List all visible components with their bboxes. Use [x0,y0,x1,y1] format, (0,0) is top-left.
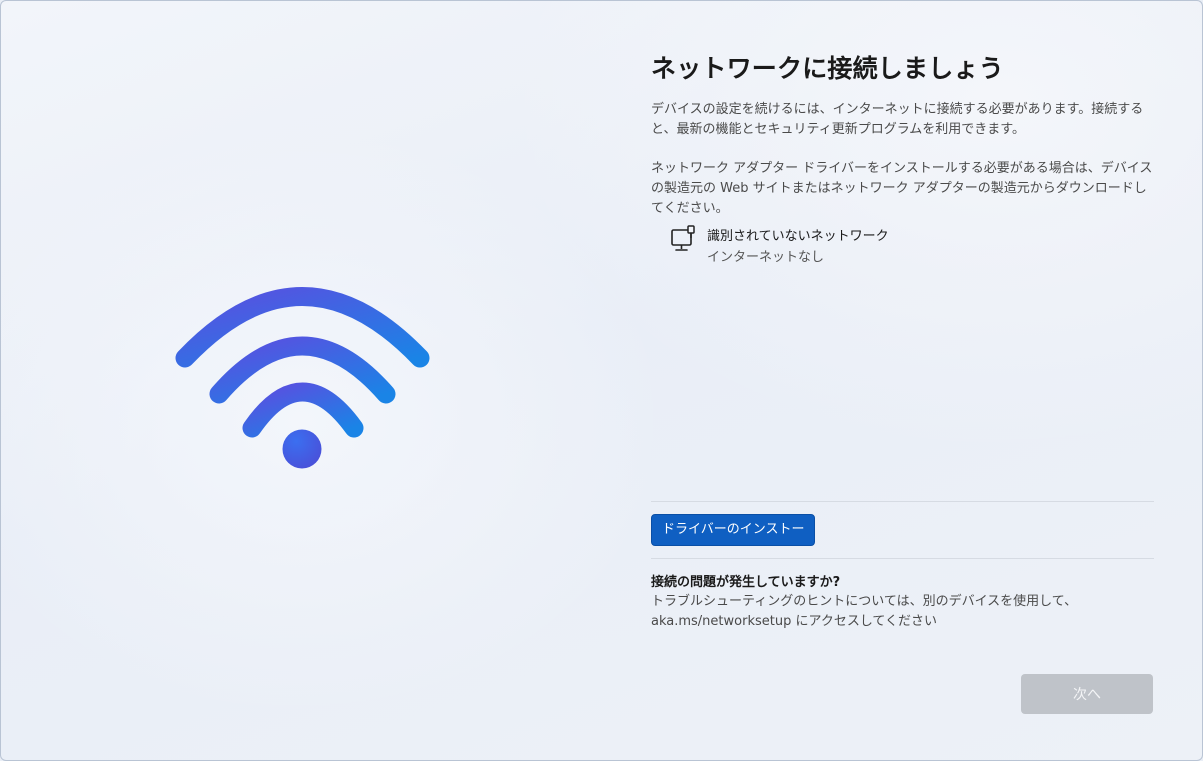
driver-note-paragraph: ネットワーク アダプター ドライバーをインストールする必要がある場合は、デバイス… [651,161,1153,216]
help-title: 接続の問題が発生していますか? [651,575,841,590]
help-text: トラブルシューティングのヒントについては、別のデバイスを使用して、aka.ms/… [651,594,1078,629]
description-paragraph: デバイスの設定を続けるには、インターネットに接続する必要があります。接続すると、… [651,102,1144,137]
network-list-item[interactable]: 識別されていないネットワーク インターネットなし [669,223,969,267]
network-status: インターネットなし [707,250,825,265]
network-name: 識別されていないネットワーク [707,229,889,244]
next-button[interactable]: 次へ [1021,674,1153,714]
illustration-pane [1,1,601,760]
oobe-window: ネットワークに接続しましょう デバイスの設定を続けるには、インターネットに接続す… [0,0,1203,761]
wired-network-icon [671,225,695,251]
wifi-icon [175,287,430,469]
install-driver-button[interactable]: ドライバーのインストー [651,514,816,546]
divider [651,501,1154,502]
content-pane: ネットワークに接続しましょう デバイスの設定を続けるには、インターネットに接続す… [651,1,1154,760]
divider [651,558,1154,559]
page-title: ネットワークに接続しましょう [651,54,1004,83]
